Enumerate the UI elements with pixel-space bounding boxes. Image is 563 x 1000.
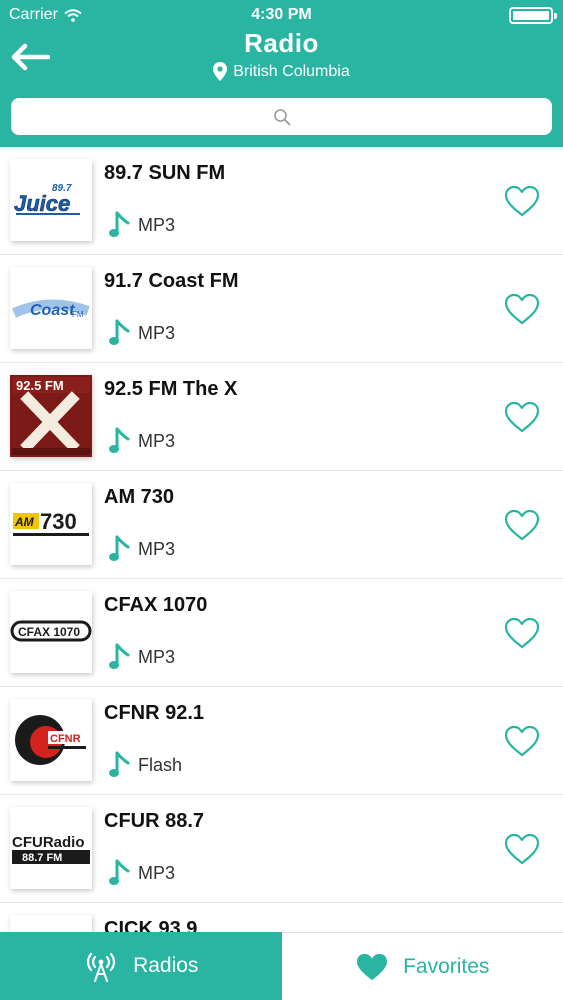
station-row[interactable]: AM 730 AM 730 MP3 [0,471,563,579]
station-name: 92.5 FM The X [104,378,238,400]
svg-text:CFNR: CFNR [50,733,81,745]
station-logo [10,915,92,932]
station-logo-image: CFNR [10,699,92,781]
favorite-button[interactable] [502,399,542,435]
station-format-label: MP3 [138,214,176,235]
station-name: 89.7 SUN FM [104,162,226,184]
music-note-icon [109,535,130,561]
station-logo-image: 89.7 Juice [10,159,92,241]
station-logo-image: AM 730 [10,483,92,565]
svg-text:730: 730 [40,509,77,534]
station-logo-image: CFAX 1070 [10,591,92,673]
station-logo: CFURadio 88.7 FM [10,807,92,889]
station-name: CFNR 92.1 [104,702,205,724]
station-logo: 89.7 Juice [10,159,92,241]
svg-text:92.5 FM: 92.5 FM [16,378,64,393]
favorite-button[interactable] [502,831,542,867]
favorite-button[interactable] [502,291,542,327]
music-note-icon [109,211,130,237]
station-format: MP3 [108,211,175,239]
station-format-label: MP3 [138,646,176,667]
heart-outline-icon [504,833,540,865]
tab-bar: Radios Favorites [0,932,563,1000]
music-note-icon [109,319,130,345]
status-bar: Carrier 4:30 PM [0,0,563,30]
station-row[interactable]: CFURadio 88.7 FM CFUR 88.7 MP3 [0,795,563,903]
station-logo-image: CFURadio 88.7 FM [10,807,92,889]
header: Carrier 4:30 PM Radio British Columbia [0,0,563,147]
heart-icon [357,953,388,980]
battery-icon [509,7,557,24]
station-format: MP3 [108,319,175,347]
station-format: MP3 [108,535,175,563]
svg-text:Juice: Juice [14,191,70,216]
station-row[interactable]: Coast FM 91.7 Coast FM MP3 [0,255,563,363]
station-format-label: MP3 [138,538,176,559]
tab-radios[interactable]: Radios [0,932,282,1000]
svg-text:FM: FM [72,310,84,319]
location[interactable]: British Columbia [0,62,563,81]
search-icon [273,108,290,125]
station-format-label: Flash [138,754,183,775]
tab-favorites[interactable]: Favorites [281,932,563,1000]
station-format: MP3 [108,859,175,887]
station-name: AM 730 [104,486,175,508]
svg-text:CFAX 1070: CFAX 1070 [18,625,80,639]
page-title: Radio [244,28,319,58]
map-pin-icon [213,62,228,81]
station-name: 91.7 Coast FM [104,270,239,292]
music-note-icon [109,427,130,453]
station-logo: Coast FM [10,267,92,349]
heart-outline-icon [504,725,540,757]
station-logo: 92.5 FM [10,375,92,457]
clock: 4:30 PM [251,6,312,23]
music-note-icon [109,643,130,669]
favorite-button[interactable] [502,183,542,219]
station-row[interactable]: CFNR CFNR 92.1 Flash [0,687,563,795]
station-name: CICK 93.9 [104,918,198,932]
tab-favorites-label: Favorites [403,954,490,978]
station-logo-image: Coast FM [10,267,92,349]
svg-text:Coast: Coast [30,302,75,319]
heart-outline-icon [504,509,540,541]
station-logo: CFNR [10,699,92,781]
station-row[interactable]: CICK 93.9 [0,903,563,932]
station-name: CFAX 1070 [104,594,208,616]
favorite-button[interactable] [502,723,542,759]
radio-tower-icon [86,952,116,982]
station-row[interactable]: 92.5 FM 92.5 FM The X MP3 [0,363,563,471]
music-note-icon [109,859,130,885]
favorite-button[interactable] [502,507,542,543]
station-format: MP3 [108,427,175,455]
station-format-label: MP3 [138,862,176,883]
station-row[interactable]: 89.7 Juice 89.7 SUN FM MP3 [0,147,563,255]
favorite-button[interactable] [502,615,542,651]
svg-text:88.7 FM: 88.7 FM [22,852,62,864]
heart-outline-icon [504,617,540,649]
station-format-label: MP3 [138,430,176,451]
svg-text:CFURadio: CFURadio [12,834,85,851]
station-name: CFUR 88.7 [104,810,205,832]
station-format-label: MP3 [138,322,176,343]
tab-radios-label: Radios [133,954,199,977]
location-label: British Columbia [233,62,350,80]
station-row[interactable]: CFAX 1070 CFAX 1070 MP3 [0,579,563,687]
station-logo: AM 730 [10,483,92,565]
heart-outline-icon [504,401,540,433]
search-input[interactable] [11,98,552,135]
station-list[interactable]: 89.7 Juice 89.7 SUN FM MP3 Coast FM 91.7… [0,147,563,932]
music-note-icon [109,751,130,777]
station-logo-image: 92.5 FM [10,375,92,457]
heart-outline-icon [504,185,540,217]
svg-text:AM: AM [14,515,35,529]
station-format: MP3 [108,643,175,671]
station-logo: CFAX 1070 [10,591,92,673]
station-format: Flash [108,751,182,779]
heart-outline-icon [504,293,540,325]
